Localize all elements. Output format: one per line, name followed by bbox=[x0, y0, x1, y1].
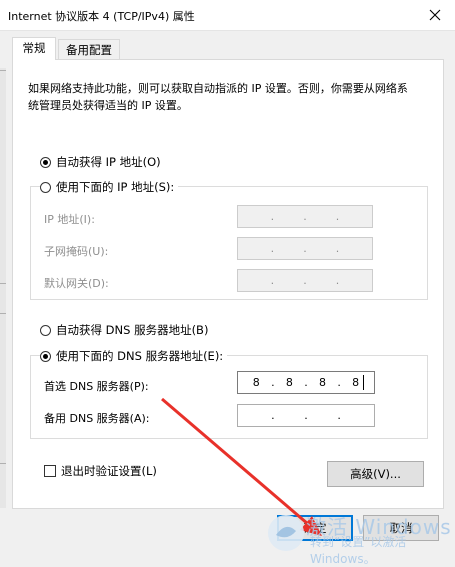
activation-watermark: 激活 Windows 转到“设置”以激活 Windows。 bbox=[262, 505, 455, 566]
subnet-mask-field[interactable]: . . . bbox=[237, 237, 373, 260]
tab-alternate-config[interactable]: 备用配置 bbox=[58, 39, 120, 60]
radio-button[interactable] bbox=[40, 324, 51, 336]
dot: . bbox=[270, 210, 275, 223]
dot: . bbox=[270, 242, 275, 255]
dot: . bbox=[303, 274, 307, 287]
radio-manual-dns[interactable]: 使用下面的 DNS 服务器地址(E): bbox=[40, 348, 228, 364]
default-gateway-label: 默认网关(D): bbox=[44, 277, 109, 290]
alternate-dns-field[interactable]: . . . bbox=[237, 404, 375, 427]
octet: 8 bbox=[352, 376, 360, 389]
description-text: 如果网络支持此功能，则可以获取自动指派的 IP 设置。否则，你需要从网络系统管理… bbox=[28, 82, 408, 112]
dot: . bbox=[303, 210, 307, 223]
dot: . bbox=[304, 376, 308, 389]
background-window-edge bbox=[0, 68, 6, 508]
dot: . bbox=[270, 274, 275, 287]
checkbox-label: 退出时验证设置(L) bbox=[61, 464, 157, 478]
octet: 8 bbox=[252, 376, 260, 389]
close-icon bbox=[429, 9, 441, 21]
dot: . bbox=[303, 242, 307, 255]
radio-button[interactable] bbox=[40, 156, 51, 168]
dot: . bbox=[337, 409, 341, 422]
radio-button[interactable] bbox=[40, 350, 51, 362]
radio-label: 使用下面的 DNS 服务器地址(E): bbox=[56, 349, 224, 363]
radio-label: 使用下面的 IP 地址(S): bbox=[56, 180, 175, 194]
validate-on-exit[interactable]: 退出时验证设置(L) bbox=[44, 463, 157, 479]
windows-logo-icon bbox=[268, 515, 304, 551]
close-button[interactable] bbox=[415, 0, 455, 30]
dot: . bbox=[335, 210, 340, 223]
advanced-button[interactable]: 高级(V)... bbox=[327, 461, 424, 487]
title-bar: Internet 协议版本 4 (TCP/IPv4) 属性 bbox=[0, 0, 455, 31]
dot: . bbox=[304, 409, 308, 422]
dot: . bbox=[335, 242, 340, 255]
checkbox[interactable] bbox=[44, 465, 56, 477]
radio-label: 自动获得 IP 地址(O) bbox=[56, 155, 161, 169]
subnet-mask-label: 子网掩码(U): bbox=[44, 245, 109, 258]
radio-manual-ip[interactable]: 使用下面的 IP 地址(S): bbox=[40, 179, 179, 195]
radio-auto-ip[interactable]: 自动获得 IP 地址(O) bbox=[40, 154, 165, 170]
ip-address-field[interactable]: . . . bbox=[237, 205, 373, 228]
default-gateway-field[interactable]: . . . bbox=[237, 269, 373, 292]
radio-button[interactable] bbox=[40, 181, 51, 193]
octet: 8 bbox=[285, 376, 293, 389]
preferred-dns-field[interactable]: 8. 8. 8. 8 bbox=[237, 371, 375, 394]
dot: . bbox=[271, 376, 275, 389]
dot: . bbox=[271, 409, 275, 422]
radio-label: 自动获得 DNS 服务器地址(B) bbox=[56, 323, 209, 337]
watermark-subtitle: 转到“设置”以激活 Windows。 bbox=[310, 535, 407, 566]
radio-auto-dns[interactable]: 自动获得 DNS 服务器地址(B) bbox=[40, 322, 213, 338]
ip-address-label: IP 地址(I): bbox=[44, 213, 95, 226]
dot: . bbox=[335, 274, 340, 287]
window-title: Internet 协议版本 4 (TCP/IPv4) 属性 bbox=[8, 10, 195, 23]
preferred-dns-label: 首选 DNS 服务器(P): bbox=[44, 380, 149, 393]
tab-general[interactable]: 常规 bbox=[12, 37, 56, 60]
dot: . bbox=[337, 376, 341, 389]
text-cursor bbox=[363, 375, 364, 390]
octet: 8 bbox=[319, 376, 327, 389]
alternate-dns-label: 备用 DNS 服务器(A): bbox=[44, 412, 150, 425]
